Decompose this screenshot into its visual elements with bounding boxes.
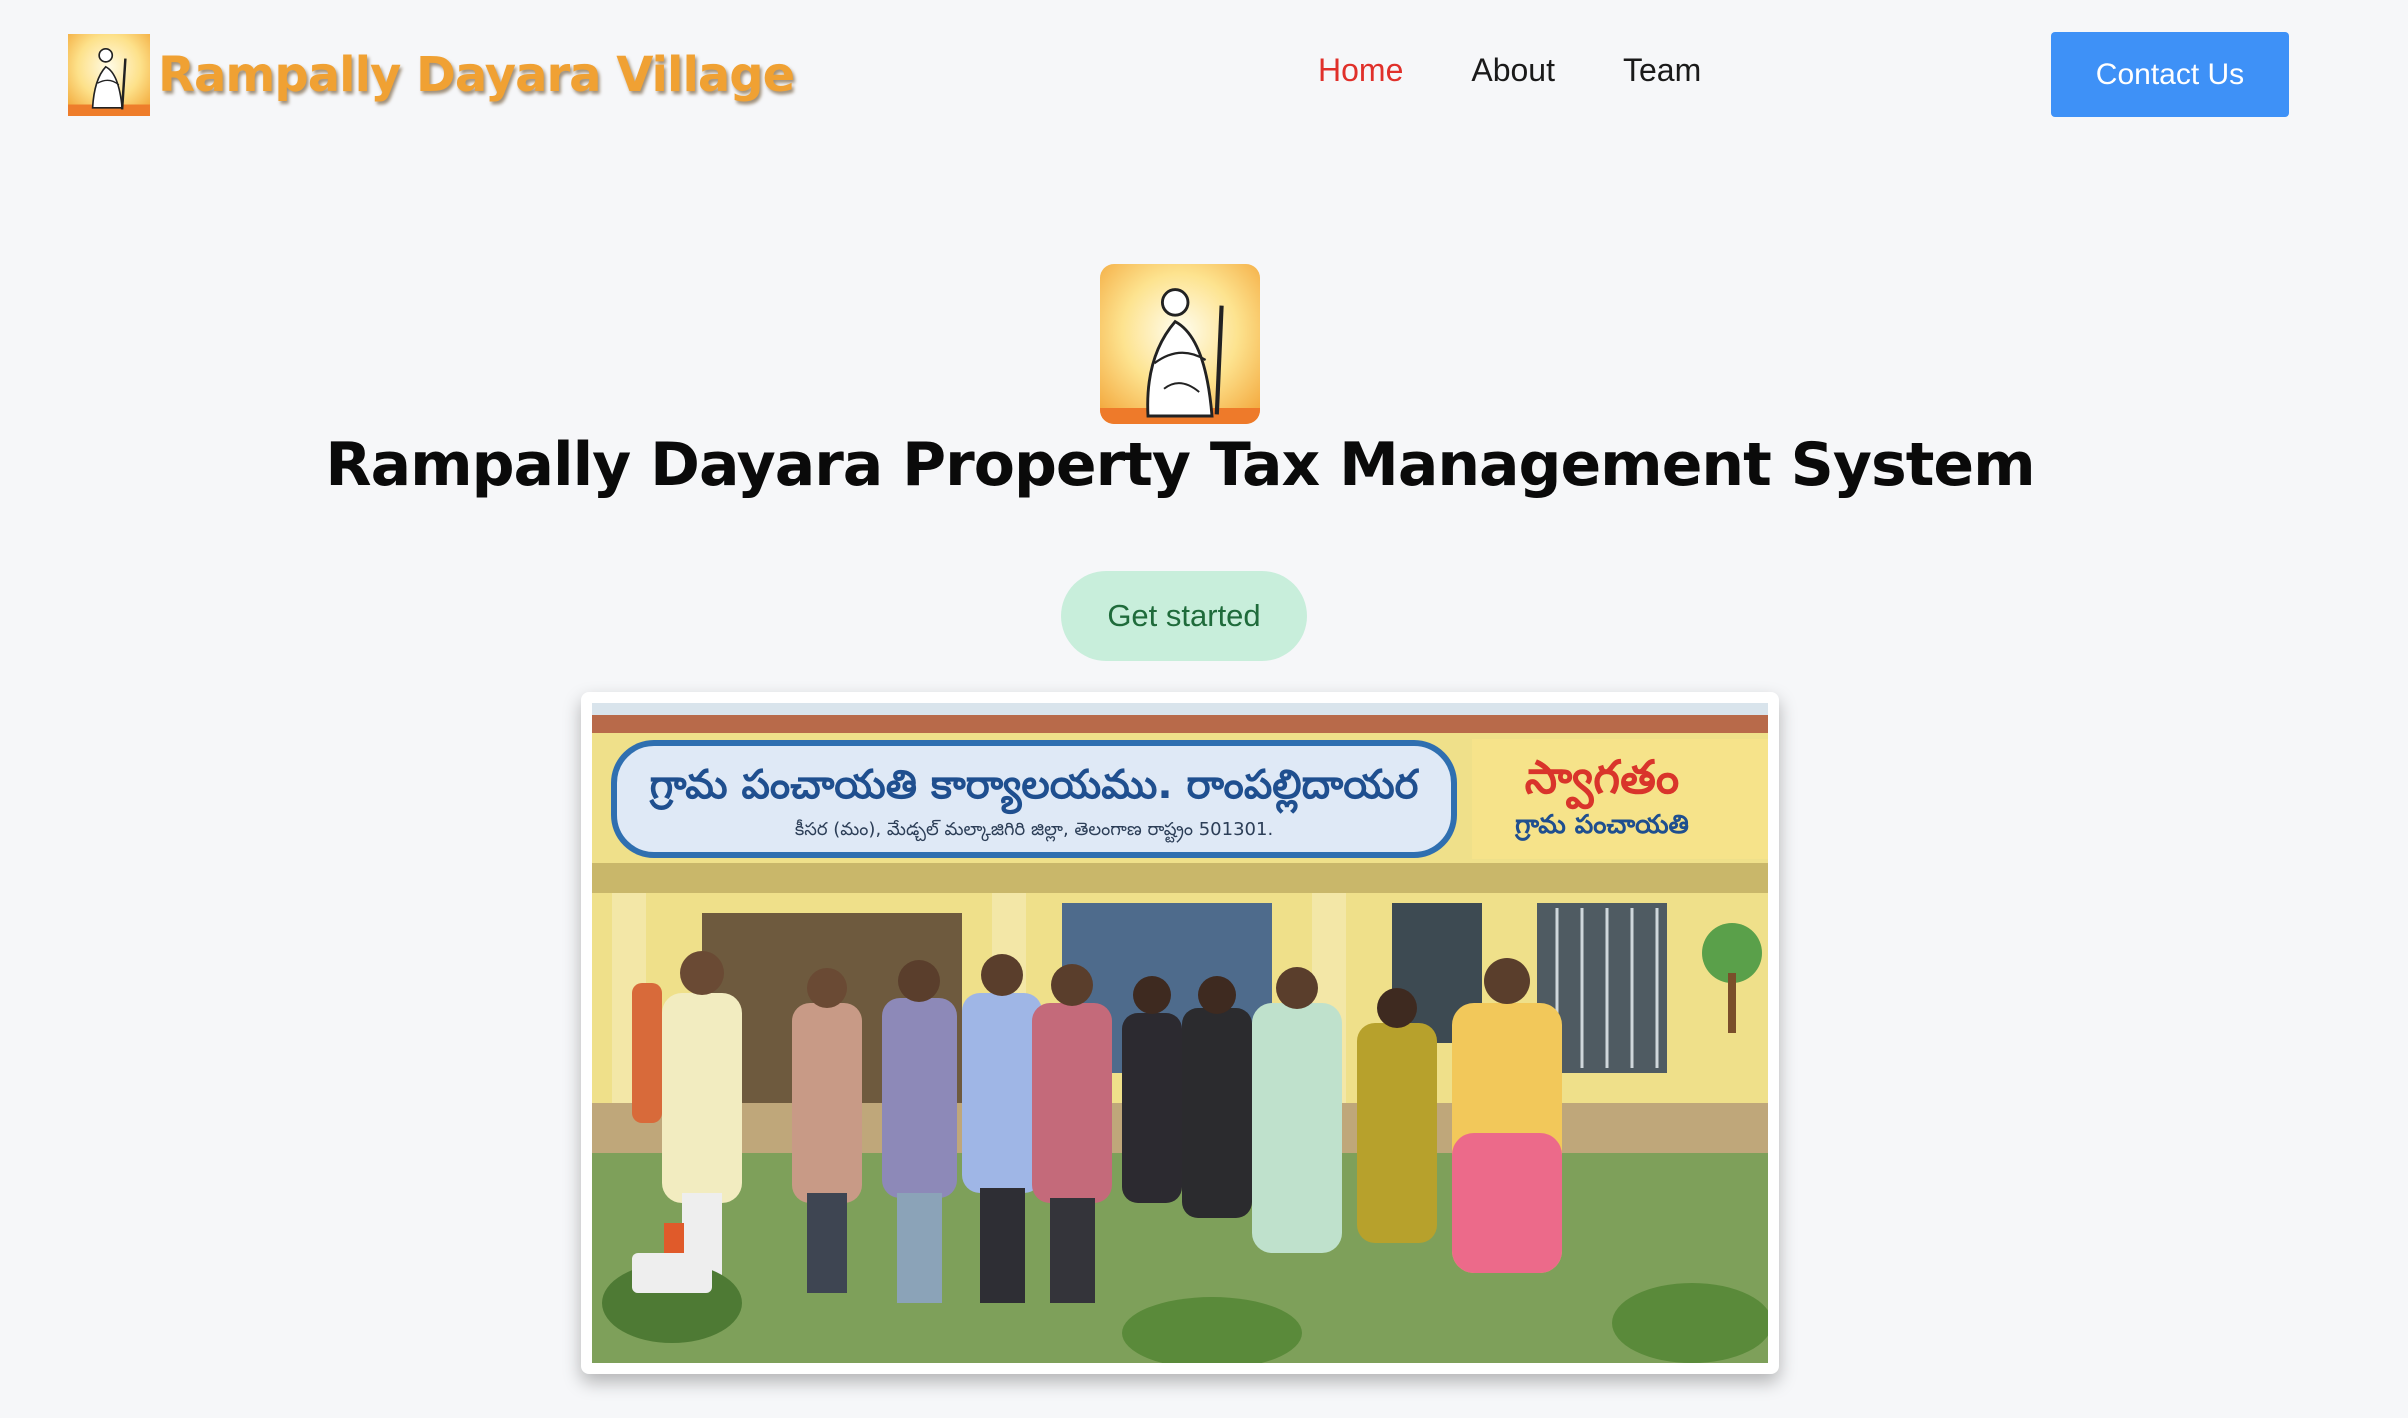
brand-name: Rampally Dayara Village — [158, 47, 795, 103]
brand-link[interactable]: Rampally Dayara Village — [68, 34, 795, 116]
contact-us-button[interactable]: Contact Us — [2051, 32, 2289, 117]
navbar: Rampally Dayara Village Home About Team … — [0, 0, 2408, 150]
sign-sub-text: కీసర (మం), మేడ్చల్ మల్కాజిగిరి జిల్లా, త… — [795, 819, 1273, 843]
get-started-button[interactable]: Get started — [1061, 571, 1307, 661]
hero-logo — [1100, 264, 1260, 424]
sign-main-text: గ్రామ పంచాయతి కార్యాలయము. రాంపల్లిదాయర — [649, 762, 1420, 815]
welcome-sub-text: గ్రామ పంచాయతి — [1514, 810, 1689, 841]
gandhi-logo-icon — [1100, 264, 1260, 424]
nav-link-team[interactable]: Team — [1623, 52, 1701, 89]
nav-link-about[interactable]: About — [1471, 52, 1555, 89]
nav-link-home[interactable]: Home — [1318, 52, 1403, 89]
page-title: Rampally Dayara Property Tax Management … — [325, 430, 2035, 500]
hero-photo-frame: గ్రామ పంచాయతి కార్యాలయము. రాంపల్లిదాయర క… — [581, 692, 1779, 1374]
nav-links: Home About Team — [1318, 52, 1769, 89]
gandhi-logo-icon — [68, 34, 150, 116]
welcome-main-text: స్వాగతం — [1525, 750, 1679, 810]
hero-photo: గ్రామ పంచాయతి కార్యాలయము. రాంపల్లిదాయర క… — [592, 703, 1768, 1363]
